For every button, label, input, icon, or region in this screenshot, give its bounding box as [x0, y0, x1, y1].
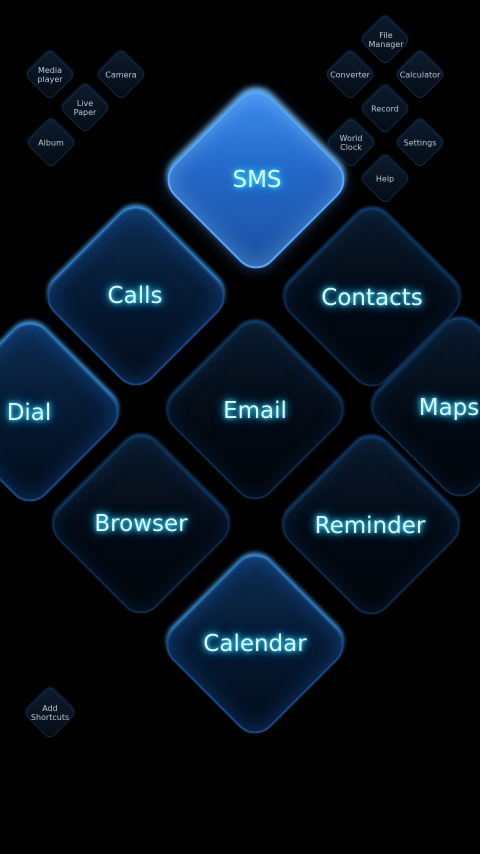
file-manager-label: File Manager: [368, 31, 404, 49]
help-label: Help: [375, 174, 395, 184]
reminder-label: Reminder: [314, 513, 426, 539]
calculator-label: Calculator: [399, 70, 441, 80]
browser-label: Browser: [94, 511, 188, 537]
email-label: Email: [223, 398, 287, 424]
converter-label: Converter: [330, 70, 370, 80]
record-label: Record: [371, 104, 399, 114]
media-player-label: Media player: [37, 66, 63, 84]
album-label: Album: [38, 138, 64, 148]
camera-label: Camera: [105, 70, 137, 80]
maps-label: Maps: [418, 395, 480, 421]
live-paper-label: Live Paper: [73, 99, 97, 117]
sms-label: SMS: [232, 167, 282, 193]
dial-label: Dial: [6, 400, 52, 426]
world-clock-label: World Clock: [339, 134, 363, 152]
contacts-label: Contacts: [321, 285, 423, 311]
add-shortcuts-label: Add Shortcuts: [30, 704, 70, 722]
calendar-label: Calendar: [203, 631, 307, 657]
settings-label: Settings: [403, 138, 437, 148]
calls-label: Calls: [107, 283, 163, 309]
